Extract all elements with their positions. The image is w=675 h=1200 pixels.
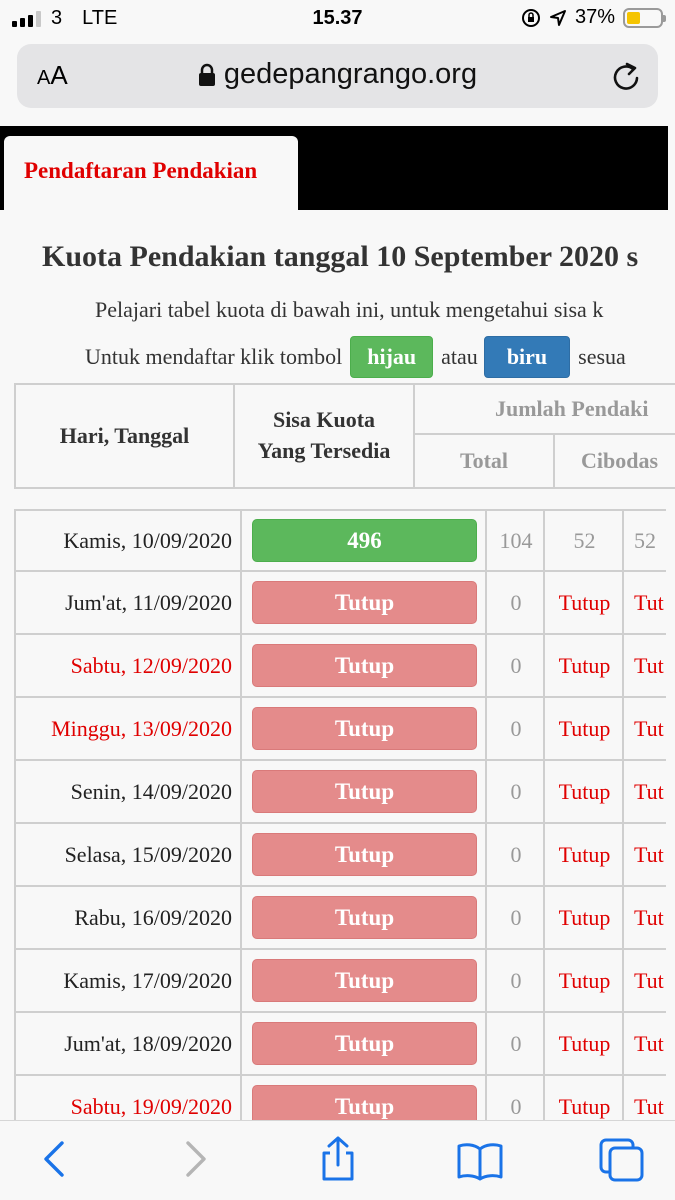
row-quota: 496 — [240, 511, 487, 570]
row-quota: Tutup — [240, 635, 487, 696]
intro-or: atau — [441, 344, 478, 369]
row-day: Sabtu, 19/09/2020 — [14, 1076, 242, 1120]
site-navbar: Pendaftaran Pendakian — [0, 126, 668, 212]
intro-suffix: sesua — [578, 344, 626, 369]
bookmarks-icon[interactable] — [456, 1141, 504, 1181]
row-day: Selasa, 15/09/2020 — [14, 824, 242, 885]
reload-icon[interactable] — [610, 58, 644, 94]
address-bar[interactable]: AA gedepangrango.org — [17, 44, 658, 108]
quota-closed-button: Tutup — [252, 1085, 477, 1120]
table-row: Jum'at, 11/09/2020 Tutup 0 Tutup Tut — [14, 572, 675, 635]
row-day: Jum'at, 11/09/2020 — [14, 572, 242, 633]
row-cibodas: 52 — [543, 511, 624, 570]
quota-closed-button: Tutup — [252, 707, 477, 750]
header-quota-line1: Sisa Kuota — [272, 407, 376, 433]
tabs-icon[interactable] — [598, 1137, 646, 1183]
header-quota: Sisa Kuota Yang Tersedia — [235, 385, 415, 487]
row-cibodas: Tutup — [543, 635, 624, 696]
row-total: 0 — [485, 824, 545, 885]
web-page: Pendaftaran Pendakian Kuota Pendakian ta… — [0, 126, 675, 1120]
quota-open-button[interactable]: 496 — [252, 519, 477, 562]
row-total: 0 — [485, 761, 545, 822]
quota-table-body: Kamis, 10/09/2020 496 104 52 52 Jum'at, … — [14, 509, 675, 1120]
status-bar: 3 LTE 15.37 37% — [0, 0, 675, 38]
quota-closed-button: Tutup — [252, 1022, 477, 1065]
table-row: Kamis, 10/09/2020 496 104 52 52 — [14, 509, 675, 572]
forward-icon[interactable] — [180, 1139, 210, 1179]
row-total: 0 — [485, 635, 545, 696]
row-total: 104 — [485, 511, 545, 570]
row-day: Kamis, 10/09/2020 — [14, 511, 242, 570]
intro-line-1: Pelajari tabel kuota di bawah ini, untuk… — [95, 297, 604, 322]
row-cibodas: Tutup — [543, 1013, 624, 1074]
browser-toolbar — [0, 1120, 675, 1200]
row-cibodas: Tutup — [543, 950, 624, 1011]
page-edge — [666, 509, 675, 1120]
battery-icon — [623, 7, 666, 28]
row-total: 0 — [485, 698, 545, 759]
row-quota: Tutup — [240, 1076, 487, 1120]
table-row: Rabu, 16/09/2020 Tutup 0 Tutup Tut — [14, 887, 675, 950]
page-title: Kuota Pendakian tanggal 10 September 202… — [42, 240, 639, 273]
row-total: 0 — [485, 950, 545, 1011]
row-cibodas: Tutup — [543, 824, 624, 885]
share-icon[interactable] — [318, 1135, 358, 1183]
header-quota-line2: Yang Tersedia — [257, 438, 391, 463]
battery-percent: 37% — [574, 6, 615, 28]
quota-closed-button: Tutup — [252, 833, 477, 876]
row-quota: Tutup — [240, 1013, 487, 1074]
row-cibodas: Tutup — [543, 572, 624, 633]
row-total: 0 — [485, 887, 545, 948]
status-right: 37% — [521, 6, 666, 29]
table-row: Jum'at, 18/09/2020 Tutup 0 Tutup Tut — [14, 1013, 675, 1076]
row-cibodas: Tutup — [543, 1076, 624, 1120]
row-quota: Tutup — [240, 572, 487, 633]
intro-line-2: Untuk mendaftar klik tombol hijau atau b… — [85, 336, 626, 378]
quota-closed-button: Tutup — [252, 896, 477, 939]
lock-icon — [198, 64, 215, 87]
row-total: 0 — [485, 1013, 545, 1074]
table-row: Sabtu, 19/09/2020 Tutup 0 Tutup Tut — [14, 1076, 675, 1120]
blue-button[interactable]: biru — [483, 336, 571, 378]
orientation-lock-icon — [521, 8, 540, 27]
quota-closed-button: Tutup — [252, 959, 477, 1002]
quota-closed-button: Tutup — [252, 770, 477, 813]
row-quota: Tutup — [240, 950, 487, 1011]
row-day: Minggu, 13/09/2020 — [14, 698, 242, 759]
table-row: Kamis, 17/09/2020 Tutup 0 Tutup Tut — [14, 950, 675, 1013]
url-field[interactable]: gedepangrango.org — [17, 58, 658, 91]
header-cibodas: Cibodas — [581, 447, 659, 473]
location-icon — [549, 9, 566, 26]
row-total: 0 — [485, 1076, 545, 1120]
table-row: Sabtu, 12/09/2020 Tutup 0 Tutup Tut — [14, 635, 675, 698]
row-cibodas: Tutup — [543, 887, 624, 948]
quota-closed-button: Tutup — [252, 581, 477, 624]
row-day: Rabu, 16/09/2020 — [14, 887, 242, 948]
row-total: 0 — [485, 572, 545, 633]
table-row: Selasa, 15/09/2020 Tutup 0 Tutup Tut — [14, 824, 675, 887]
row-quota: Tutup — [240, 824, 487, 885]
quota-closed-button: Tutup — [252, 644, 477, 687]
url-text: gedepangrango.org — [223, 58, 478, 90]
header-group: Jumlah Pendaki — [415, 385, 675, 435]
row-quota: Tutup — [240, 761, 487, 822]
row-day: Jum'at, 18/09/2020 — [14, 1013, 242, 1074]
row-day: Kamis, 17/09/2020 — [14, 950, 242, 1011]
row-cibodas: Tutup — [543, 761, 624, 822]
table-row: Senin, 14/09/2020 Tutup 0 Tutup Tut — [14, 761, 675, 824]
tab-pendaftaran[interactable]: Pendaftaran Pendakian — [4, 136, 298, 212]
row-cibodas: Tutup — [543, 698, 624, 759]
row-quota: Tutup — [240, 887, 487, 948]
header-day: Hari, Tanggal — [16, 385, 235, 487]
green-button[interactable]: hijau — [350, 336, 434, 378]
table-row: Minggu, 13/09/2020 Tutup 0 Tutup Tut — [14, 698, 675, 761]
header-total: Total — [415, 435, 555, 487]
quota-table-header: Hari, Tanggal Sisa Kuota Yang Tersedia J… — [14, 383, 675, 489]
row-quota: Tutup — [240, 698, 487, 759]
back-icon[interactable] — [40, 1139, 70, 1179]
row-day: Sabtu, 12/09/2020 — [14, 635, 242, 696]
row-day: Senin, 14/09/2020 — [14, 761, 242, 822]
intro-prefix: Untuk mendaftar klik tombol — [85, 344, 343, 369]
